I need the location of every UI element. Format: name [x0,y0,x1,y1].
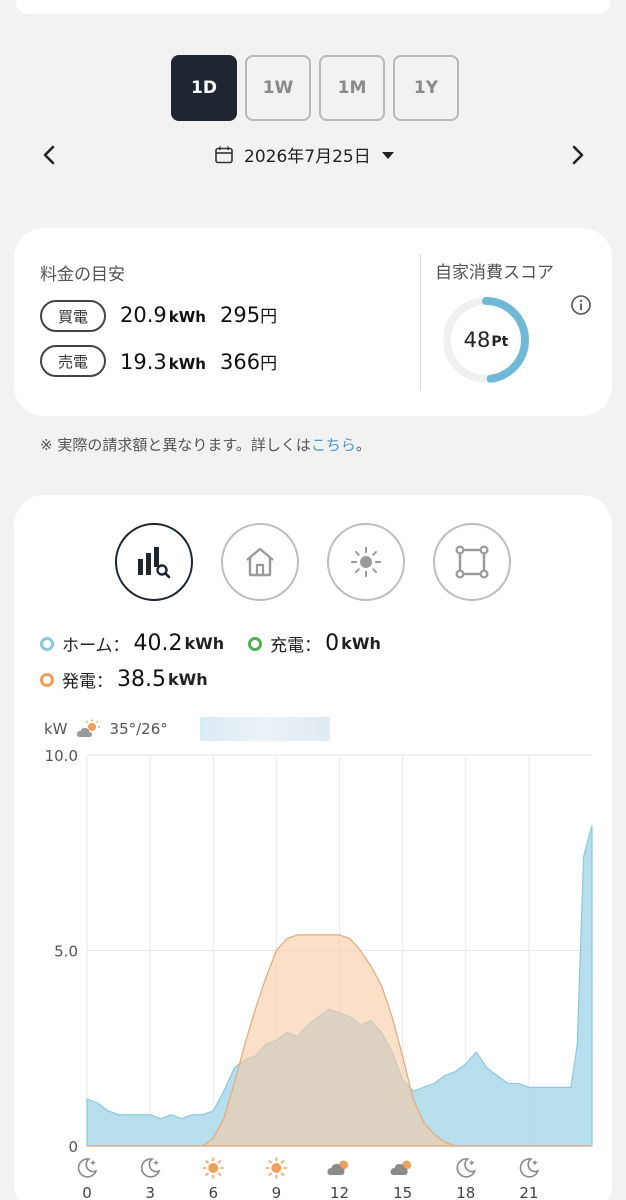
x-tick-label: 9 [272,1184,282,1200]
moon-icon [456,1158,477,1178]
x-tick-label: 3 [145,1184,155,1200]
sun-icon [202,1157,225,1179]
y-tick-label: 10.0 [45,747,78,765]
cloud-sun-icon [327,1160,348,1175]
x-tick-label: 18 [456,1184,475,1200]
power-area-chart: 10.0 5.0 0 0 3 6 9 12 15 18 21 [45,747,593,1200]
sun-icon [265,1157,288,1179]
cloud-sun-icon [390,1160,412,1175]
moon-icon [140,1158,161,1178]
x-tick-label: 12 [330,1184,349,1200]
x-tick-label: 21 [519,1184,538,1200]
moon-icon [519,1158,540,1178]
moon-icon [77,1158,98,1178]
y-tick-label: 5.0 [54,943,78,961]
x-tick-label: 6 [208,1184,218,1200]
x-tick-label: 15 [393,1184,412,1200]
y-tick-label: 0 [68,1138,78,1156]
x-tick-label: 0 [82,1184,92,1200]
